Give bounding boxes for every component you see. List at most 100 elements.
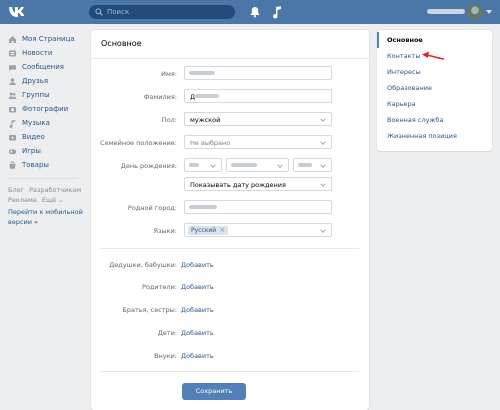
mobile-version-link[interactable]: Перейти к мобильной версии » — [8, 207, 88, 227]
language-tag-label: Русский — [191, 227, 217, 234]
chevron-down-icon — [320, 182, 326, 188]
footer-link-ads[interactable]: Реклама — [8, 196, 37, 204]
market-icon — [8, 160, 17, 170]
sidebar-item-label: Группы — [22, 91, 50, 99]
marital-status-value: Не выбрано — [190, 139, 231, 147]
birthday-month-select[interactable] — [226, 158, 289, 172]
add-grandparents-link[interactable]: Добавить — [181, 261, 214, 269]
first-name-label: Имя: — [161, 70, 177, 78]
menu-item-interests[interactable]: Интересы — [377, 64, 492, 80]
games-icon — [8, 147, 17, 156]
sidebar-item-groups[interactable]: Группы — [8, 88, 88, 102]
sidebar-item-market[interactable]: Товары — [8, 158, 88, 172]
gender-label: Пол: — [161, 116, 177, 124]
close-icon[interactable]: × — [219, 226, 225, 235]
news-icon — [8, 49, 17, 58]
add-siblings-link[interactable]: Добавить — [181, 306, 214, 314]
friends-icon — [8, 77, 17, 86]
birthday-year-select[interactable] — [293, 158, 332, 172]
sidebar-item-label: Товары — [22, 161, 49, 169]
parents-label: Родители: — [142, 283, 177, 291]
groups-icon — [8, 91, 17, 100]
birthday-year-blurred — [298, 163, 312, 167]
chevron-down-icon — [320, 140, 326, 146]
add-children-link[interactable]: Добавить — [181, 329, 214, 337]
menu-item-career[interactable]: Карьера — [377, 96, 492, 112]
last-name-value-blurred — [195, 94, 219, 98]
page-title: Основное — [101, 39, 142, 48]
language-tag: Русский × — [188, 226, 229, 235]
hometown-field[interactable] — [184, 200, 332, 214]
footer-link-developers[interactable]: Разработчикам — [29, 186, 81, 194]
grandchildren-label: Внуки: — [154, 352, 177, 360]
first-name-field[interactable] — [184, 66, 332, 80]
marital-status-select[interactable]: Не выбрано — [184, 135, 332, 149]
search-placeholder: Поиск — [107, 8, 130, 16]
search-input[interactable]: Поиск — [89, 5, 235, 19]
sidebar-item-label: Видео — [22, 133, 45, 141]
sidebar-item-label: Музыка — [22, 119, 50, 127]
first-name-value-blurred — [189, 71, 215, 75]
section-divider — [101, 371, 359, 372]
chevron-down-icon — [320, 117, 326, 123]
siblings-label: Братья, сестры: — [122, 306, 177, 314]
sidebar-item-label: Фотографии — [22, 105, 69, 113]
sidebar-item-games[interactable]: Игры — [8, 144, 88, 158]
messages-icon — [8, 63, 17, 72]
grandparents-label: Дедушки, бабушки: — [109, 261, 177, 269]
sidebar-item-music[interactable]: Музыка — [8, 116, 88, 130]
bell-icon[interactable] — [250, 6, 260, 18]
nav-divider — [8, 178, 78, 179]
chevron-down-icon — [277, 163, 283, 169]
red-arrow-annotation — [421, 50, 445, 62]
music-icon — [8, 119, 17, 128]
avatar[interactable] — [467, 4, 483, 20]
sidebar-item-label: Моя Страница — [22, 35, 75, 43]
sidebar-item-label: Игры — [22, 147, 41, 155]
chevron-down-icon — [320, 228, 326, 234]
sidebar-item-label: Сообщения — [22, 63, 65, 71]
footer-link-more[interactable]: Ещё ⌄ — [42, 196, 64, 204]
chevron-down-icon — [320, 163, 326, 169]
sidebar-item-label: Новости — [22, 49, 53, 57]
birthday-day-select[interactable] — [184, 158, 222, 172]
top-bar: Поиск — [0, 0, 500, 24]
sidebar-item-news[interactable]: Новости — [8, 46, 88, 60]
sidebar-item-home[interactable]: Моя Страница — [8, 32, 88, 46]
hometown-label: Родной город: — [127, 204, 177, 212]
last-name-label: Фамилия: — [143, 93, 177, 101]
last-name-field[interactable]: Д — [184, 89, 332, 103]
chevron-down-icon — [210, 163, 216, 169]
menu-item-basic[interactable]: Основное — [377, 32, 492, 48]
birthday-visibility-select[interactable]: Показывать дату рождения — [184, 177, 332, 191]
hometown-value-blurred — [189, 205, 217, 209]
menu-item-military[interactable]: Военная служба — [377, 112, 492, 128]
left-nav: Моя Страница Новости Сообщения Друзья Группы… — [8, 32, 88, 227]
edit-profile-card: Основное Имя: Фамилия: Д Пол: мужской Се… — [91, 30, 369, 410]
add-parents-link[interactable]: Добавить — [181, 283, 214, 291]
sidebar-item-video[interactable]: Видео — [8, 130, 88, 144]
user-name-blurred[interactable] — [427, 9, 465, 14]
gender-value: мужской — [190, 116, 221, 124]
languages-label: Языки: — [153, 227, 177, 235]
header-divider — [91, 58, 369, 59]
chevron-down-icon[interactable] — [486, 10, 492, 14]
birthday-label: День рождения: — [120, 162, 177, 170]
languages-select[interactable]: Русский × — [184, 223, 332, 237]
footer-link-blog[interactable]: Блог — [8, 186, 24, 194]
music-icon[interactable] — [272, 5, 282, 19]
sidebar-item-messages[interactable]: Сообщения — [8, 60, 88, 74]
vk-logo[interactable] — [8, 4, 28, 20]
video-icon — [8, 133, 17, 142]
home-icon — [8, 35, 17, 44]
birthday-visibility-value: Показывать дату рождения — [190, 181, 286, 189]
section-divider — [101, 248, 359, 249]
menu-item-education[interactable]: Образование — [377, 80, 492, 96]
add-grandchildren-link[interactable]: Добавить — [181, 352, 214, 360]
save-button[interactable]: Сохранить — [182, 383, 246, 400]
sidebar-item-photos[interactable]: Фотографии — [8, 102, 88, 116]
sidebar-item-friends[interactable]: Друзья — [8, 74, 88, 88]
menu-item-life-position[interactable]: Жизненная позиция — [377, 128, 492, 144]
gender-select[interactable]: мужской — [184, 112, 332, 126]
marital-status-label: Семейное положение: — [100, 139, 177, 147]
